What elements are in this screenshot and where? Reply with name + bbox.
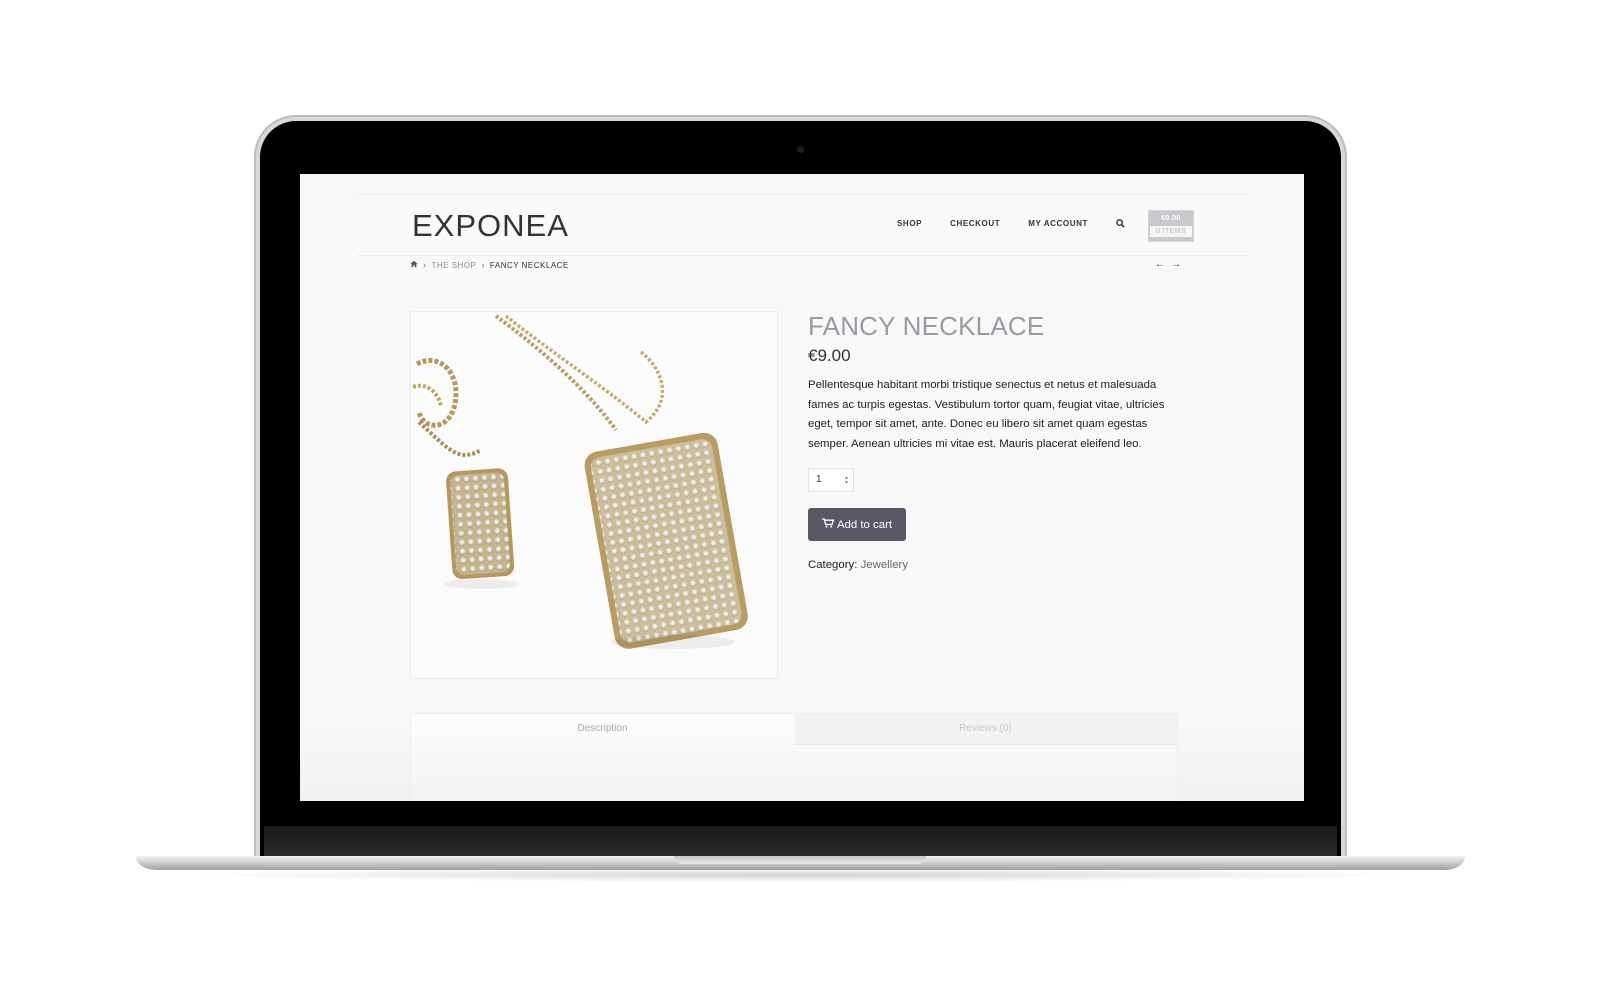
- category-link[interactable]: Jewellery: [861, 559, 908, 571]
- add-to-cart-button[interactable]: Add to cart: [808, 508, 906, 541]
- product-title: FANCY NECKLACE: [808, 311, 1045, 341]
- chevron-right-icon: ›: [481, 260, 485, 270]
- shopping-cart-icon: [821, 518, 835, 531]
- laptop-hinge-notch: [674, 856, 926, 864]
- home-icon[interactable]: [410, 260, 418, 270]
- chevron-right-icon: ›: [423, 260, 427, 270]
- category-label: Category:: [808, 559, 858, 571]
- breadcrumb: › THE SHOP › FANCY NECKLACE: [410, 260, 569, 270]
- laptop-shadow: [180, 868, 1420, 882]
- screen: EXPONEA SHOP CHECKOUT MY ACCOUNT €0.00 0…: [300, 174, 1304, 801]
- laptop-bezel-bottom: [264, 826, 1337, 856]
- quantity-stepper[interactable]: 1 ▴ ▾: [808, 468, 854, 492]
- product-price: €9.00: [808, 346, 851, 365]
- tab-description[interactable]: Description: [411, 714, 794, 744]
- site-logo[interactable]: EXPONEA: [412, 208, 569, 244]
- breadcrumb-current: FANCY NECKLACE: [489, 260, 569, 270]
- cart-item-count: 0 ITEMS: [1150, 226, 1192, 237]
- search-icon[interactable]: [1116, 219, 1125, 228]
- quantity-value: 1: [816, 474, 822, 485]
- tab-reviews[interactable]: Reviews (0): [794, 714, 1177, 745]
- nav-shop[interactable]: SHOP: [897, 219, 922, 228]
- add-to-cart-label: Add to cart: [836, 518, 893, 531]
- product-category: Category: Jewellery: [808, 559, 908, 571]
- product-image[interactable]: [410, 311, 778, 679]
- cart-total: €0.00: [1161, 215, 1181, 222]
- arrow-left-icon[interactable]: ←: [1155, 259, 1165, 270]
- product-tabs: Description Reviews (0): [410, 713, 1178, 801]
- breadcrumb-shop-link[interactable]: THE SHOP: [432, 261, 477, 270]
- arrow-right-icon[interactable]: →: [1171, 259, 1181, 270]
- nav-my-account[interactable]: MY ACCOUNT: [1028, 219, 1088, 228]
- site-header: EXPONEA SHOP CHECKOUT MY ACCOUNT €0.00 0…: [357, 194, 1249, 256]
- product-pager: ← →: [1149, 259, 1181, 270]
- stepper-arrows-icon[interactable]: ▴ ▾: [845, 475, 848, 486]
- cart-button[interactable]: €0.00 0 ITEMS: [1148, 210, 1194, 242]
- webcam: [797, 146, 804, 153]
- nav-checkout[interactable]: CHECKOUT: [950, 219, 1000, 228]
- necklace-photo: [411, 312, 777, 678]
- product-description: Pellentesque habitant morbi tristique se…: [808, 379, 1165, 450]
- main-nav: SHOP CHECKOUT MY ACCOUNT: [897, 219, 1157, 228]
